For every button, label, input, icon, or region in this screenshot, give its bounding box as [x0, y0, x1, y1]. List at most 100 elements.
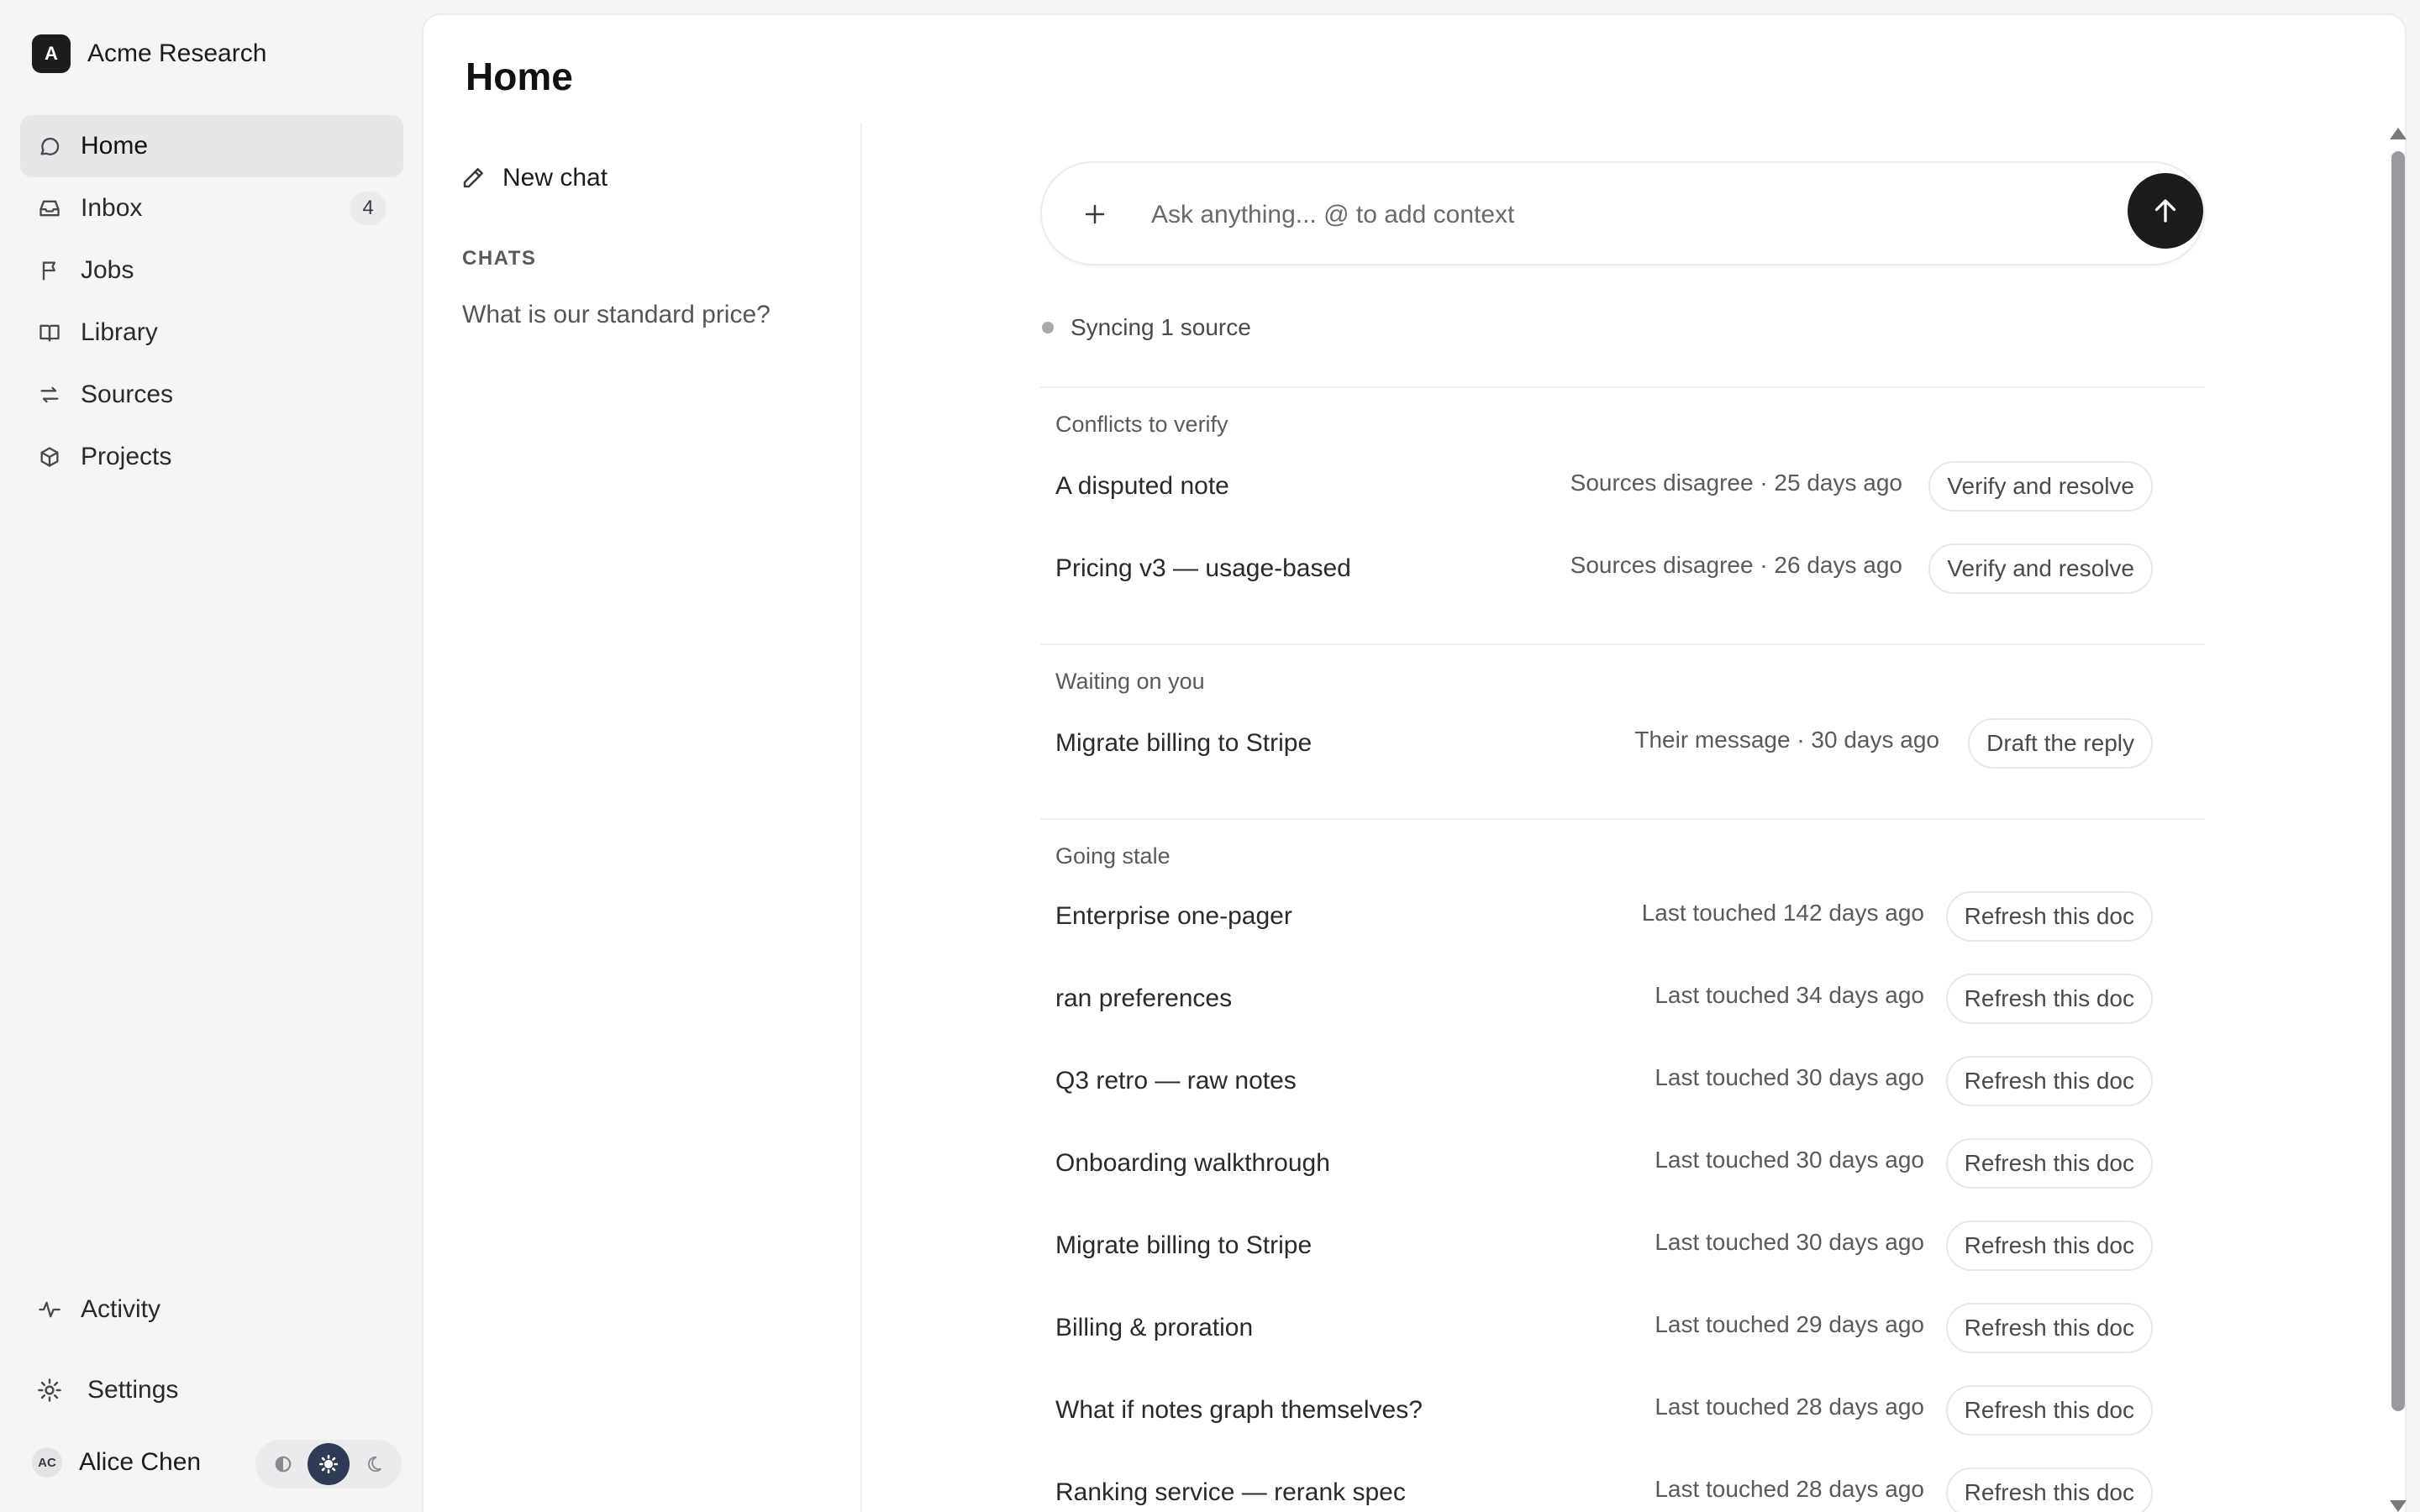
refresh-doc-button[interactable]: Refresh this doc [1945, 1385, 2153, 1436]
list-item: What if notes graph themselves? Last touc… [1040, 1369, 2205, 1452]
item-meta: Their message · 30 days ago [1634, 727, 1939, 753]
scroll-down-arrow-icon[interactable] [2390, 1500, 2407, 1512]
sun-icon[interactable] [308, 1443, 350, 1485]
waiting-section: Waiting on you Migrate billing to Stripe… [1040, 643, 2205, 769]
verify-and-resolve-button[interactable]: Verify and resolve [1928, 543, 2153, 594]
sync-text: Syncing 1 source [1071, 314, 1251, 340]
list-item: Ranking service — rerank spec Last touche… [1040, 1452, 2205, 1512]
theme-toggle [255, 1440, 402, 1488]
refresh-doc-button[interactable]: Refresh this doc [1945, 1056, 2153, 1106]
sidebar-item-settings[interactable]: Settings [20, 1359, 403, 1421]
sidebar-item-label: Sources [81, 381, 174, 408]
workspace-logo: A [32, 34, 71, 73]
refresh-doc-button[interactable]: Refresh this doc [1945, 1138, 2153, 1189]
chat-list-item[interactable]: What is our standard price? [462, 301, 771, 329]
sidebar-item-sources[interactable]: Sources [20, 364, 403, 426]
workspace-name: Acme Research [87, 39, 267, 67]
verify-and-resolve-button[interactable]: Verify and resolve [1928, 461, 2153, 512]
sidebar-item-label: Inbox [81, 194, 143, 222]
scroll-up-arrow-icon[interactable] [2390, 128, 2407, 139]
list-item: ran preferences Last touched 34 days ago R… [1040, 958, 2205, 1040]
item-title[interactable]: Ranking service — rerank spec [1055, 1478, 1406, 1507]
refresh-doc-button[interactable]: Refresh this doc [1945, 974, 2153, 1024]
item-title[interactable]: Onboarding walkthrough [1055, 1149, 1330, 1178]
pencil-icon [460, 165, 486, 191]
secondary-nav: Activity Settings [20, 1278, 403, 1421]
item-meta: Sources disagree · 25 days ago [1570, 470, 1902, 496]
item-meta: Last touched 34 days ago [1655, 982, 1924, 1009]
sync-status: Syncing 1 source [1042, 311, 1251, 344]
refresh-doc-button[interactable]: Refresh this doc [1945, 1467, 2153, 1512]
item-title[interactable]: Migrate billing to Stripe [1055, 729, 1312, 758]
item-title[interactable]: Migrate billing to Stripe [1055, 1231, 1312, 1260]
item-title[interactable]: Q3 retro — raw notes [1055, 1067, 1297, 1095]
add-context-button[interactable] [1076, 195, 1114, 234]
main-nav: Home Inbox 4 Jobs Library Sources Projec… [20, 115, 403, 488]
section-title: Conflicts to verify [1055, 412, 1228, 437]
moon-icon[interactable] [353, 1443, 395, 1485]
send-button[interactable] [2128, 173, 2203, 249]
page-title: Home [466, 55, 573, 98]
conflicts-section: Conflicts to verify A disputed note Sour… [1040, 386, 2205, 594]
item-title[interactable]: Pricing v3 — usage-based [1055, 554, 1351, 583]
item-title[interactable]: Enterprise one-pager [1055, 902, 1292, 931]
list-item: Pricing v3 — usage-based Sources disagre… [1040, 528, 2205, 610]
sidebar-item-activity[interactable]: Activity [20, 1278, 403, 1341]
refresh-doc-button[interactable]: Refresh this doc [1945, 891, 2153, 942]
sidebar-item-library[interactable]: Library [20, 302, 403, 364]
list-item: Migrate billing to Stripe Their message … [1040, 702, 2205, 785]
avatar: AC [32, 1447, 62, 1478]
section-title: Waiting on you [1055, 669, 1205, 694]
ask-input[interactable] [1151, 192, 2042, 239]
sidebar: A Acme Research Home Inbox 4 Jobs Librar… [0, 0, 422, 1512]
chats-column: New chat CHATS What is our standard pric… [424, 123, 862, 1512]
plus-icon [1085, 204, 1105, 224]
item-title[interactable]: A disputed note [1055, 472, 1229, 501]
inbox-count-badge: 4 [350, 192, 387, 225]
item-meta: Last touched 142 days ago [1641, 900, 1924, 927]
item-meta: Last touched 28 days ago [1655, 1476, 1924, 1503]
list-item: Enterprise one-pager Last touched 142 day… [1040, 875, 2205, 958]
refresh-doc-button[interactable]: Refresh this doc [1945, 1221, 2153, 1271]
draft-reply-button[interactable]: Draft the reply [1968, 718, 2153, 769]
sidebar-item-label: Jobs [81, 256, 134, 284]
stale-section: Going stale Enterprise one-pager Last tou… [1040, 818, 2205, 1512]
workspace-switcher[interactable]: A Acme Research [32, 34, 266, 74]
sidebar-item-label: Projects [81, 443, 172, 470]
item-title[interactable]: ran preferences [1055, 984, 1232, 1013]
arrows-swap-icon [37, 382, 62, 407]
inbox-icon [37, 196, 62, 221]
refresh-doc-button[interactable]: Refresh this doc [1945, 1303, 2153, 1353]
flag-icon [37, 258, 62, 283]
sidebar-item-label: Library [81, 318, 158, 346]
new-chat-label: New chat [502, 164, 608, 192]
main-panel: Home New chat CHATS What is our standard… [422, 13, 2407, 1512]
list-item: Onboarding walkthrough Last touched 30 da… [1040, 1122, 2205, 1205]
pulse-icon [37, 1297, 62, 1322]
ask-box [1040, 161, 2205, 265]
sidebar-item-projects[interactable]: Projects [20, 426, 403, 488]
item-title[interactable]: Billing & proration [1055, 1314, 1253, 1342]
section-title: Going stale [1055, 843, 1171, 869]
item-title[interactable]: What if notes graph themselves? [1055, 1396, 1423, 1425]
item-meta: Last touched 29 days ago [1655, 1311, 1924, 1338]
scroll-thumb[interactable] [2391, 151, 2405, 1411]
sidebar-item-label: Settings [87, 1376, 179, 1404]
arrow-up-icon [2154, 199, 2176, 223]
scrollbar[interactable] [2386, 123, 2408, 1512]
sidebar-item-home[interactable]: Home [20, 115, 403, 177]
contrast-theme-icon[interactable] [262, 1443, 304, 1485]
user-menu[interactable]: AC Alice Chen [32, 1436, 402, 1488]
new-chat-button[interactable]: New chat [460, 156, 608, 200]
sidebar-item-inbox[interactable]: Inbox 4 [20, 177, 403, 239]
book-icon [37, 320, 62, 345]
list-item: A disputed note Sources disagree · 25 da… [1040, 445, 2205, 528]
item-meta: Last touched 30 days ago [1655, 1229, 1924, 1256]
sync-dot-icon [1042, 322, 1054, 333]
sidebar-item-jobs[interactable]: Jobs [20, 239, 403, 302]
list-item: Billing & proration Last touched 29 days … [1040, 1287, 2205, 1369]
list-item: Q3 retro — raw notes Last touched 30 days… [1040, 1040, 2205, 1122]
user-name: Alice Chen [79, 1448, 202, 1476]
item-meta: Sources disagree · 26 days ago [1570, 552, 1902, 579]
sidebar-item-label: Home [81, 132, 149, 160]
